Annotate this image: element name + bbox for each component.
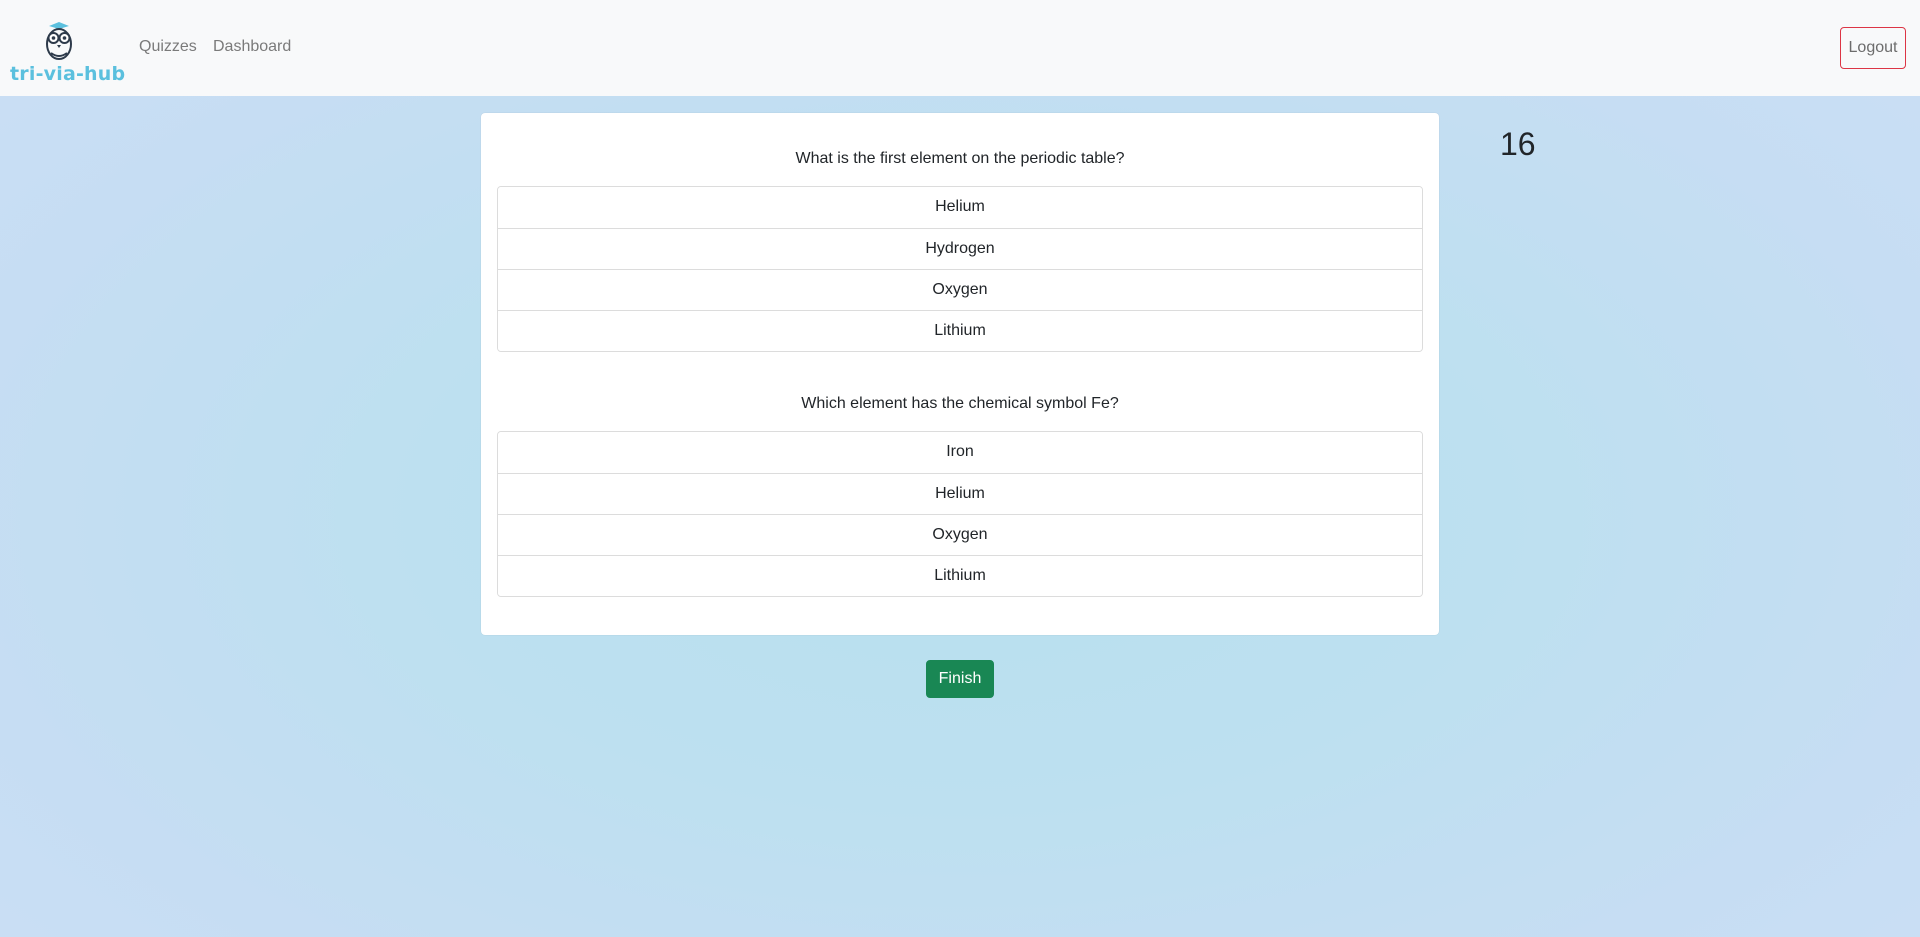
countdown-timer: 16 [1500, 126, 1536, 162]
quiz-card: What is the first element on the periodi… [481, 113, 1439, 635]
answer-option[interactable]: Oxygen [498, 269, 1422, 310]
navbar: tri-via-hub Quizzes Dashboard Logout [0, 0, 1920, 96]
logout-button[interactable]: Logout [1840, 27, 1906, 69]
answer-option[interactable]: Lithium [498, 310, 1422, 351]
answer-option[interactable]: Lithium [498, 555, 1422, 596]
answer-option[interactable]: Helium [498, 473, 1422, 514]
finish-button[interactable]: Finish [926, 660, 994, 698]
answer-option[interactable]: Iron [498, 432, 1422, 473]
question-text: Which element has the chemical symbol Fe… [801, 395, 1119, 412]
answer-option[interactable]: Helium [498, 187, 1422, 228]
question-block: What is the first element on the periodi… [497, 149, 1423, 352]
brand-name: tri-via-hub [10, 63, 126, 85]
owl-icon [46, 22, 72, 60]
answer-list: Iron Helium Oxygen Lithium [497, 431, 1423, 597]
answer-option[interactable]: Hydrogen [498, 228, 1422, 269]
brand-logo-link[interactable]: tri-via-hub [10, 20, 125, 88]
question-block: Which element has the chemical symbol Fe… [497, 394, 1423, 597]
answer-list: Helium Hydrogen Oxygen Lithium [497, 186, 1423, 352]
nav-link-quizzes[interactable]: Quizzes [139, 38, 197, 56]
nav-link-dashboard[interactable]: Dashboard [213, 38, 291, 56]
answer-option[interactable]: Oxygen [498, 514, 1422, 555]
question-text: What is the first element on the periodi… [795, 150, 1125, 167]
